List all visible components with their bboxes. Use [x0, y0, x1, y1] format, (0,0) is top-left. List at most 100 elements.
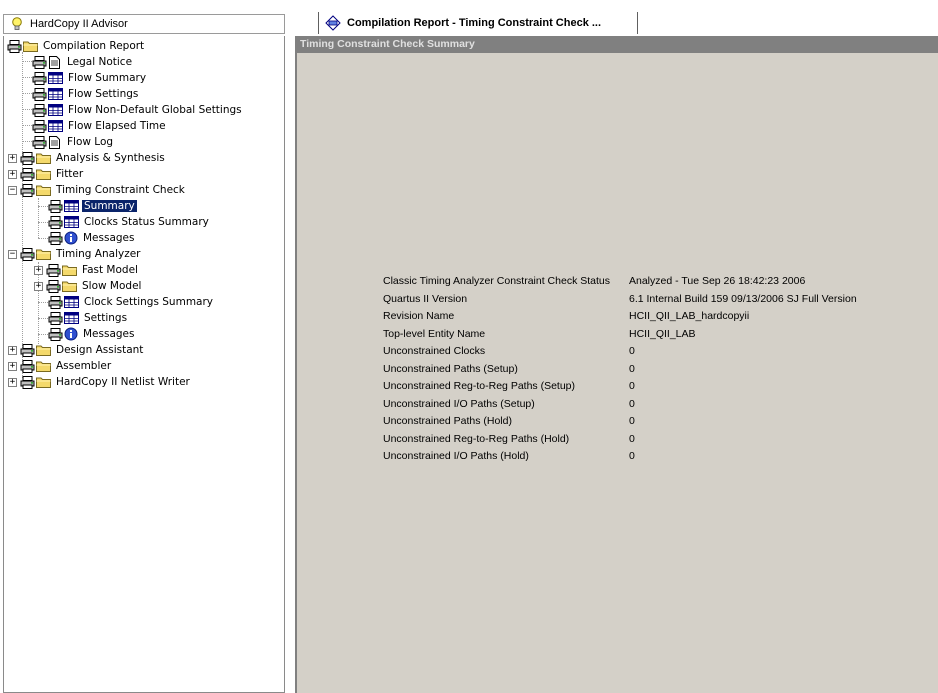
summary-key: Unconstrained Reg-to-Reg Paths (Setup): [383, 380, 576, 392]
printer-icon: [20, 168, 35, 181]
tree-item-analyzer-messages[interactable]: Messages: [48, 326, 137, 342]
folder-open-icon: [36, 184, 51, 196]
table-icon: [64, 216, 79, 228]
summary-value: 0: [629, 415, 635, 427]
tree-item-clock-settings-summary[interactable]: Clock Settings Summary: [48, 294, 215, 310]
folder-icon: [36, 376, 51, 388]
printer-icon: [32, 104, 47, 117]
summary-value: 0: [629, 380, 635, 392]
summary-row: Unconstrained I/O Paths (Setup) 0: [383, 398, 857, 416]
expand-fitter[interactable]: +: [8, 170, 17, 179]
expand-analysis-synthesis[interactable]: +: [8, 154, 17, 163]
table-icon: [48, 88, 63, 100]
summary-key: Revision Name: [383, 310, 455, 322]
summary-row: Unconstrained Paths (Setup) 0: [383, 363, 857, 381]
tree-item-legal-notice[interactable]: Legal Notice: [32, 54, 134, 70]
printer-icon: [48, 328, 63, 341]
document-icon: [49, 56, 60, 69]
printer-icon: [32, 72, 47, 85]
tree-item-analysis-synthesis[interactable]: Analysis & Synthesis: [20, 150, 167, 166]
summary-row: Quartus II Version 6.1 Internal Build 159…: [383, 293, 857, 311]
summary-row: Unconstrained Clocks 0: [383, 345, 857, 363]
summary-value: 6.1 Internal Build 159 09/13/2006 SJ Ful…: [629, 292, 857, 305]
tree-item-flow-summary[interactable]: Flow Summary: [32, 70, 148, 86]
printer-icon: [20, 152, 35, 165]
summary-key: Unconstrained Paths (Setup): [383, 362, 518, 375]
folder-icon: [36, 344, 51, 356]
tree-item-flow-log[interactable]: Flow Log: [32, 134, 115, 150]
tree-item-flow-non-default-global-settings[interactable]: Flow Non-Default Global Settings: [32, 102, 244, 118]
printer-icon: [7, 40, 22, 53]
tab-label: HardCopy II Advisor: [30, 18, 128, 30]
tree-item-timing-analyzer[interactable]: Timing Analyzer: [20, 246, 143, 262]
compilation-report-icon: [325, 15, 341, 31]
summary-table: Classic Timing Analyzer Constraint Check…: [383, 275, 857, 468]
folder-open-icon: [36, 248, 51, 260]
summary-value: Analyzed - Tue Sep 26 18:42:23 2006: [629, 275, 806, 287]
printer-icon: [32, 136, 47, 149]
summary-row: Top-level Entity Name HCII_QII_LAB: [383, 328, 857, 346]
collapse-timing-analyzer[interactable]: −: [8, 250, 17, 259]
tree-item-design-assistant[interactable]: Design Assistant: [20, 342, 145, 358]
collapse-timing-constraint-check[interactable]: −: [8, 186, 17, 195]
folder-icon: [36, 152, 51, 164]
info-icon: [64, 231, 78, 245]
printer-icon: [48, 232, 63, 245]
tree-item-settings[interactable]: Settings: [48, 310, 129, 326]
table-icon: [64, 312, 79, 324]
table-icon: [48, 72, 63, 84]
tree-item-clocks-status-summary[interactable]: Clocks Status Summary: [48, 214, 211, 230]
summary-key: Unconstrained I/O Paths (Hold): [383, 450, 529, 462]
summary-value: 0: [629, 362, 635, 375]
tree-item-hardcopy-netlist-writer[interactable]: HardCopy II Netlist Writer: [20, 374, 192, 390]
tree-item-compilation-report[interactable]: Compilation Report: [7, 38, 146, 54]
expand-hardcopy-netlist-writer[interactable]: +: [8, 378, 17, 387]
summary-value: 0: [629, 450, 635, 462]
summary-row: Classic Timing Analyzer Constraint Check…: [383, 275, 857, 293]
document-icon: [49, 136, 60, 149]
tree-item-summary[interactable]: Summary: [48, 198, 138, 214]
printer-icon: [48, 312, 63, 325]
expand-assembler[interactable]: +: [8, 362, 17, 371]
tree-line: [22, 52, 23, 378]
table-icon: [48, 120, 63, 132]
printer-icon: [48, 200, 63, 213]
tree-item-fitter[interactable]: Fitter: [20, 166, 85, 182]
summary-row: Unconstrained I/O Paths (Hold) 0: [383, 450, 857, 468]
summary-value: 0: [629, 345, 635, 357]
printer-icon: [32, 56, 47, 69]
tree-item-flow-settings[interactable]: Flow Settings: [32, 86, 140, 102]
folder-open-icon: [23, 40, 38, 52]
expand-fast-model[interactable]: +: [34, 266, 43, 275]
tree-item-fast-model[interactable]: Fast Model: [46, 262, 140, 278]
folder-icon: [62, 264, 77, 276]
printer-icon: [20, 376, 35, 389]
summary-row: Unconstrained Paths (Hold) 0: [383, 415, 857, 433]
tab-bar: HardCopy II Advisor Compilation Report -…: [0, 0, 938, 36]
table-icon: [48, 104, 63, 116]
report-tree[interactable]: + + − − + + + + + Compilation Report Leg…: [3, 36, 285, 693]
report-panel: Timing Constraint Check Summary Classic …: [295, 36, 938, 693]
summary-key: Unconstrained Paths (Hold): [383, 415, 512, 427]
printer-icon: [20, 248, 35, 261]
tree-item-assembler[interactable]: Assembler: [20, 358, 113, 374]
summary-row: Revision Name HCII_QII_LAB_hardcopyii: [383, 310, 857, 328]
folder-icon: [36, 168, 51, 180]
summary-row: Unconstrained Reg-to-Reg Paths (Hold) 0: [383, 433, 857, 451]
tree-item-timing-constraint-check[interactable]: Timing Constraint Check: [20, 182, 187, 198]
lightbulb-icon: [12, 17, 22, 30]
tab-compilation-report[interactable]: Compilation Report - Timing Constraint C…: [318, 12, 638, 34]
expand-slow-model[interactable]: +: [34, 282, 43, 291]
tab-hardcopy-advisor[interactable]: HardCopy II Advisor: [3, 14, 285, 34]
printer-icon: [20, 344, 35, 357]
tree-item-flow-elapsed-time[interactable]: Flow Elapsed Time: [32, 118, 168, 134]
summary-key: Quartus II Version: [383, 292, 468, 305]
printer-icon: [48, 296, 63, 309]
tree-item-messages[interactable]: Messages: [48, 230, 137, 246]
summary-row: Unconstrained Reg-to-Reg Paths (Setup) 0: [383, 380, 857, 398]
summary-value: HCII_QII_LAB_hardcopyii: [629, 310, 750, 322]
panel-title: Timing Constraint Check Summary: [297, 36, 938, 53]
expand-design-assistant[interactable]: +: [8, 346, 17, 355]
tree-item-slow-model[interactable]: Slow Model: [46, 278, 143, 294]
printer-icon: [32, 88, 47, 101]
